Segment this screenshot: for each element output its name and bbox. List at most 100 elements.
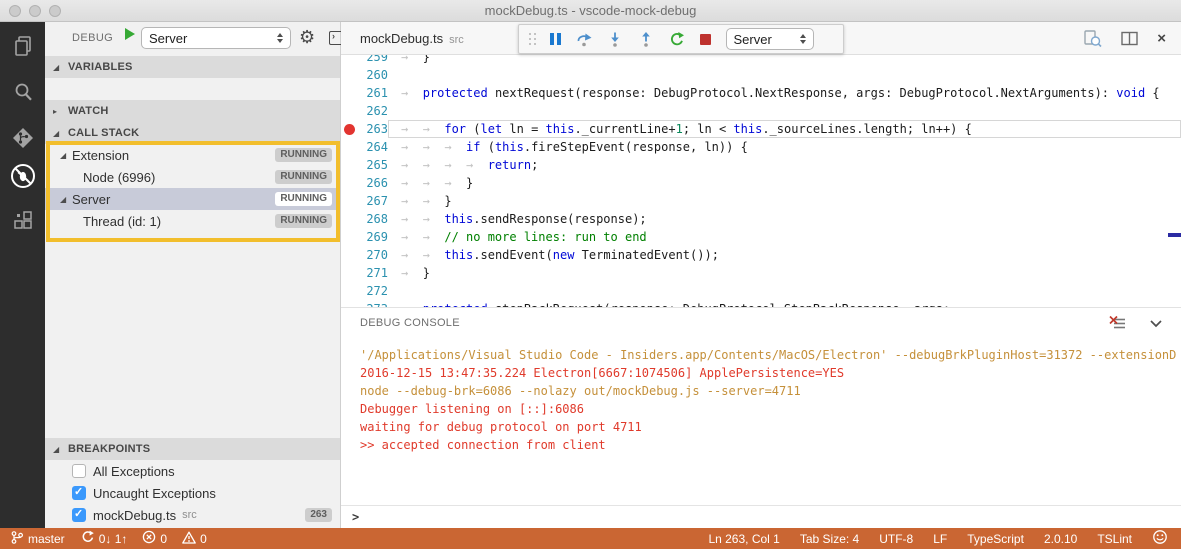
code-line[interactable]: 265→ → → → return; [341, 156, 1181, 174]
activity-item-debug[interactable] [0, 155, 45, 197]
stop-icon[interactable] [700, 34, 711, 45]
status-label: 0↓ 1↑ [99, 532, 128, 546]
code-line[interactable]: 262 [341, 102, 1181, 120]
breakpoint-row[interactable]: mockDebug.tssrc263 [45, 504, 340, 526]
status-item-error-icon[interactable]: 0 [142, 530, 167, 547]
glyph-margin[interactable] [341, 66, 358, 84]
code-line[interactable]: 268→ → this.sendResponse(response); [341, 210, 1181, 228]
code-line[interactable]: 272 [341, 282, 1181, 300]
drag-grip-icon[interactable] [529, 33, 531, 35]
console-input[interactable]: > [341, 505, 1181, 529]
code-line[interactable]: 273→ protected stepBackRequest(response:… [341, 300, 1181, 307]
code-line[interactable]: 269→ → // no more lines: run to end [341, 228, 1181, 246]
breakpoint-row[interactable]: Uncaught Exceptions [45, 482, 340, 504]
activity-item-extensions[interactable] [0, 200, 45, 242]
glyph-margin[interactable] [341, 138, 358, 156]
section-header-watch[interactable]: ▸ WATCH [45, 100, 340, 122]
call-stack-row[interactable]: ◢ServerRUNNING [45, 188, 340, 210]
call-stack-row[interactable]: ◢ExtensionRUNNING [45, 144, 340, 166]
code-line[interactable]: 266→ → → } [341, 174, 1181, 192]
debug-sidebar-toolbar: DEBUG Server ⚙ › [45, 22, 340, 56]
activity-item-explorer[interactable] [0, 25, 45, 67]
tab-mockdebug-ts[interactable]: mockDebug.ts src [360, 31, 464, 46]
section-header-variables[interactable]: ◢ VARIABLES [45, 56, 340, 78]
section-title: CALL STACK [68, 127, 139, 139]
code-tokens: → } [388, 264, 430, 282]
code-tokens [388, 66, 401, 84]
section-header-breakpoints[interactable]: ◢ BREAKPOINTS [45, 438, 340, 460]
code-editor[interactable]: 259→ }260261→ protected nextRequest(resp… [341, 55, 1181, 307]
status-item-typescript[interactable]: TypeScript [967, 532, 1024, 546]
status-item-tslint[interactable]: TSLint [1097, 532, 1132, 546]
section-header-call-stack[interactable]: ◢ CALL STACK [45, 122, 340, 144]
code-line[interactable]: 259→ } [341, 55, 1181, 66]
glyph-margin[interactable] [341, 55, 358, 66]
open-preview-icon[interactable] [1083, 29, 1102, 48]
status-item-ln-263-col-1[interactable]: Ln 263, Col 1 [708, 532, 779, 546]
glyph-margin[interactable] [341, 264, 358, 282]
pause-icon[interactable] [550, 33, 561, 45]
status-bar-right: Ln 263, Col 1 Tab Size: 4 UTF-8 LF TypeScrip… [708, 529, 1168, 548]
line-number: 271 [358, 264, 388, 282]
breakpoint-row[interactable]: All Exceptions [45, 460, 340, 482]
glyph-margin[interactable] [341, 300, 358, 307]
step-over-icon[interactable] [576, 31, 592, 47]
status-item-2-0-10[interactable]: 2.0.10 [1044, 532, 1077, 546]
status-item-smiley-icon[interactable] [1152, 529, 1168, 548]
breakpoint-checkbox[interactable] [72, 464, 86, 478]
glyph-margin[interactable] [341, 156, 358, 174]
configure-gear-icon[interactable]: ⚙ [299, 27, 315, 48]
debug-config-select[interactable]: Server [141, 27, 291, 49]
step-out-icon[interactable] [638, 31, 654, 47]
status-label: TypeScript [967, 532, 1024, 546]
code-line[interactable]: 271→ } [341, 264, 1181, 282]
breakpoint-label: Uncaught Exceptions [93, 486, 216, 501]
overview-ruler-mark [1168, 233, 1181, 237]
close-icon[interactable]: × [1157, 31, 1166, 46]
twistie-collapsed-icon: ▸ [53, 107, 63, 116]
start-debugging-button[interactable] [125, 28, 135, 40]
code-tokens [388, 102, 401, 120]
glyph-margin[interactable] [341, 228, 358, 246]
glyph-margin[interactable] [341, 120, 358, 138]
breakpoint-checkbox[interactable] [72, 508, 86, 522]
status-item-utf-8[interactable]: UTF-8 [879, 532, 913, 546]
code-line[interactable]: 261→ protected nextRequest(response: Deb… [341, 84, 1181, 102]
status-item-lf[interactable]: LF [933, 532, 947, 546]
clear-console-icon[interactable] [1109, 315, 1127, 331]
step-into-icon[interactable] [607, 31, 623, 47]
status-label: 0 [200, 532, 207, 546]
glyph-margin[interactable] [341, 102, 358, 120]
glyph-margin[interactable] [341, 84, 358, 102]
code-line[interactable]: 264→ → → if (this.fireStepEvent(response… [341, 138, 1181, 156]
status-item-tab-size-4[interactable]: Tab Size: 4 [800, 532, 859, 546]
activity-item-source-control[interactable] [0, 117, 45, 159]
breakpoint-dot-icon[interactable] [344, 124, 355, 135]
glyph-margin[interactable] [341, 246, 358, 264]
code-line[interactable]: 267→ → } [341, 192, 1181, 210]
debug-config-select-toolbar[interactable]: Server [726, 28, 814, 50]
glyph-margin[interactable] [341, 210, 358, 228]
code-line[interactable]: 270→ → this.sendEvent(new TerminatedEven… [341, 246, 1181, 264]
status-item-git-branch-icon[interactable]: master [10, 530, 65, 548]
section-title: VARIABLES [68, 61, 133, 73]
activity-item-search[interactable] [0, 71, 45, 113]
code-line[interactable]: 260 [341, 66, 1181, 84]
breakpoint-checkbox[interactable] [72, 486, 86, 500]
call-stack-row[interactable]: Node (6996)RUNNING [45, 166, 340, 188]
status-item-warning-icon[interactable]: 0 [182, 531, 207, 547]
collapse-panel-chevron-icon[interactable] [1149, 318, 1163, 329]
code-line[interactable]: 263→ → for (let ln = this._currentLine+1… [341, 120, 1181, 138]
running-badge: RUNNING [275, 192, 332, 206]
files-icon [11, 34, 35, 58]
restart-icon[interactable] [669, 31, 685, 47]
status-item-sync-icon[interactable]: 0↓ 1↑ [80, 530, 128, 547]
glyph-margin[interactable] [341, 192, 358, 210]
call-stack-row[interactable]: Thread (id: 1)RUNNING [45, 210, 340, 232]
sync-icon [80, 530, 95, 547]
console-line: >> accepted connection from client [360, 436, 1178, 454]
line-number: 260 [358, 66, 388, 84]
split-editor-icon[interactable] [1121, 31, 1138, 46]
glyph-margin[interactable] [341, 282, 358, 300]
glyph-margin[interactable] [341, 174, 358, 192]
